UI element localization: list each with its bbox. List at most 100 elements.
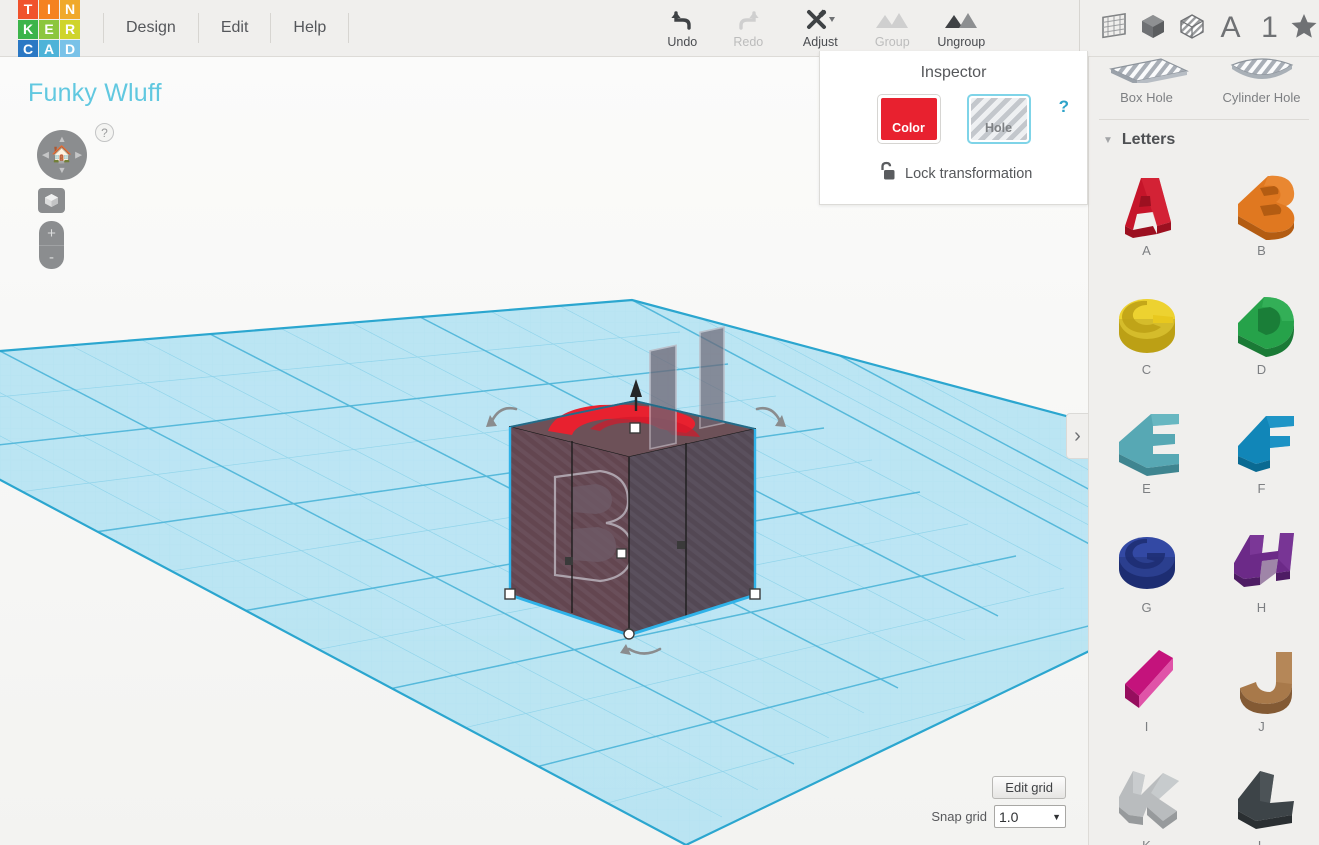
favorites-button[interactable] (1289, 5, 1319, 51)
lock-transformation-toggle[interactable]: Lock transformation (878, 161, 1087, 186)
logo-tile-t: T (18, 0, 38, 19)
logo-tile-a: A (39, 40, 59, 59)
text-letter-tool-button[interactable]: A (1211, 5, 1250, 51)
inspector-title: Inspector (820, 51, 1087, 82)
letter-c-icon (1097, 278, 1197, 364)
logo-tile-r: R (60, 20, 80, 39)
solid-box-icon (1139, 12, 1167, 45)
orbit-left-icon[interactable]: ◀ (42, 151, 49, 160)
redo-button[interactable]: Redo (715, 0, 781, 57)
workplane-tool-button[interactable] (1094, 5, 1133, 51)
group-button[interactable]: Group (859, 0, 925, 57)
letter-k-icon (1097, 754, 1197, 840)
shape-item-letter-d[interactable]: D (1204, 274, 1319, 393)
tinkercad-app: T I N K E R C A D Design Edit Help (0, 0, 1319, 845)
shape-item-letter-b[interactable]: B (1204, 155, 1319, 274)
logo-tile-k: K (18, 20, 38, 39)
adjust-label: Adjust (803, 35, 838, 49)
top-toolbar: T I N K E R C A D Design Edit Help (0, 0, 1319, 57)
panel-collapse-tab[interactable]: › (1066, 413, 1088, 459)
collapse-caret-icon: ▼ (1103, 135, 1113, 146)
solid-box-tool-button[interactable] (1133, 5, 1172, 51)
page-title: Funky Wluff (28, 79, 162, 108)
shape-section-label: Letters (1122, 131, 1175, 149)
shape-letter-grid: A B (1089, 155, 1319, 845)
text-letter-icon: A (1220, 11, 1240, 45)
orbit-down-icon[interactable]: ▼ (58, 166, 67, 175)
hole-swatch-button[interactable]: Hole (967, 94, 1031, 144)
shape-item-box-hole[interactable]: Box Hole (1089, 57, 1204, 105)
logo-tile-d: D (60, 40, 80, 59)
inspector-swatches: Color Hole ? (820, 94, 1087, 144)
shape-item-label: J (1258, 719, 1265, 734)
view-orbit-disc[interactable]: ▲ ▼ ◀ ▶ 🏠 (37, 130, 87, 180)
undo-button[interactable]: Undo (649, 0, 715, 57)
shape-item-letter-i[interactable]: I (1089, 631, 1204, 750)
shape-item-letter-k[interactable]: K (1089, 750, 1204, 845)
main-menu: Design Edit Help (103, 0, 349, 57)
menu-item-help[interactable]: Help (271, 13, 349, 43)
view-help-button[interactable]: ? (95, 123, 114, 142)
grid-controls: Edit grid Snap grid 1.0 ▼ (931, 776, 1066, 828)
menu-item-design[interactable]: Design (103, 13, 199, 43)
home-view-icon[interactable]: 🏠 (51, 145, 72, 165)
tinkercad-logo[interactable]: T I N K E R C A D (18, 0, 81, 57)
group-label: Group (875, 35, 910, 49)
redo-arrow-icon (735, 8, 761, 32)
hole-box-icon (1178, 12, 1206, 45)
shape-item-letter-f[interactable]: F (1204, 393, 1319, 512)
shape-item-letter-g[interactable]: G (1089, 512, 1204, 631)
shape-item-letter-c[interactable]: C (1089, 274, 1204, 393)
letter-l-icon (1212, 754, 1312, 840)
edit-grid-button[interactable]: Edit grid (992, 776, 1066, 799)
color-swatch-button[interactable]: Color (877, 94, 941, 144)
zoom-in-button[interactable]: + (39, 221, 64, 245)
letter-d-icon (1212, 278, 1312, 364)
shape-library-panel[interactable]: Box Hole Cylinder Hole (1088, 57, 1319, 845)
group-shapes-icon (873, 8, 911, 32)
hole-box-tool-button[interactable] (1172, 5, 1211, 51)
shape-item-label: F (1258, 481, 1266, 496)
adjust-tools-icon (803, 8, 837, 32)
letter-h-icon (1212, 516, 1312, 602)
shape-item-letter-h[interactable]: H (1204, 512, 1319, 631)
fit-box-icon (44, 193, 59, 208)
redo-label: Redo (733, 35, 763, 49)
shape-item-label: L (1258, 838, 1265, 845)
adjust-button[interactable]: Adjust (781, 0, 859, 57)
shape-item-label: I (1145, 719, 1149, 734)
letter-i-icon (1097, 635, 1197, 721)
letter-f-icon (1212, 397, 1312, 483)
fit-to-view-button[interactable] (38, 188, 65, 213)
menu-item-edit[interactable]: Edit (199, 13, 272, 43)
shape-tools: A 1 (1079, 0, 1319, 57)
letter-e-icon (1097, 397, 1197, 483)
logo-tile-n: N (60, 0, 80, 19)
shape-item-label: Box Hole (1089, 90, 1204, 105)
orbit-up-icon[interactable]: ▲ (58, 135, 67, 144)
shape-item-letter-e[interactable]: E (1089, 393, 1204, 512)
chevron-down-icon: ▼ (1052, 812, 1061, 822)
shape-item-label: C (1142, 362, 1151, 377)
letter-a-icon (1097, 159, 1197, 245)
shape-item-letter-a[interactable]: A (1089, 155, 1204, 274)
shape-item-cylinder-hole[interactable]: Cylinder Hole (1204, 57, 1319, 105)
cylinder-hole-icon (1214, 57, 1310, 83)
lock-transformation-label: Lock transformation (905, 166, 1032, 182)
shape-item-label: G (1141, 600, 1151, 615)
letter-b-icon (1212, 159, 1312, 245)
logo-tile-i: I (39, 0, 59, 19)
ungroup-button[interactable]: Ungroup (925, 0, 997, 57)
shape-section-letters-header[interactable]: ▼ Letters (1089, 120, 1319, 155)
inspector-help-button[interactable]: ? (1059, 97, 1069, 117)
zoom-out-button[interactable]: - (39, 245, 64, 269)
logo-tile-c: C (18, 40, 38, 59)
orbit-right-icon[interactable]: ▶ (75, 151, 82, 160)
number-tool-button[interactable]: 1 (1250, 5, 1289, 51)
hole-swatch-label: Hole (971, 98, 1027, 140)
shape-item-letter-l[interactable]: L (1204, 750, 1319, 845)
ungroup-shapes-icon (942, 8, 980, 32)
color-swatch-label: Color (881, 98, 937, 140)
shape-item-letter-j[interactable]: J (1204, 631, 1319, 750)
snap-grid-select[interactable]: 1.0 ▼ (994, 805, 1066, 828)
